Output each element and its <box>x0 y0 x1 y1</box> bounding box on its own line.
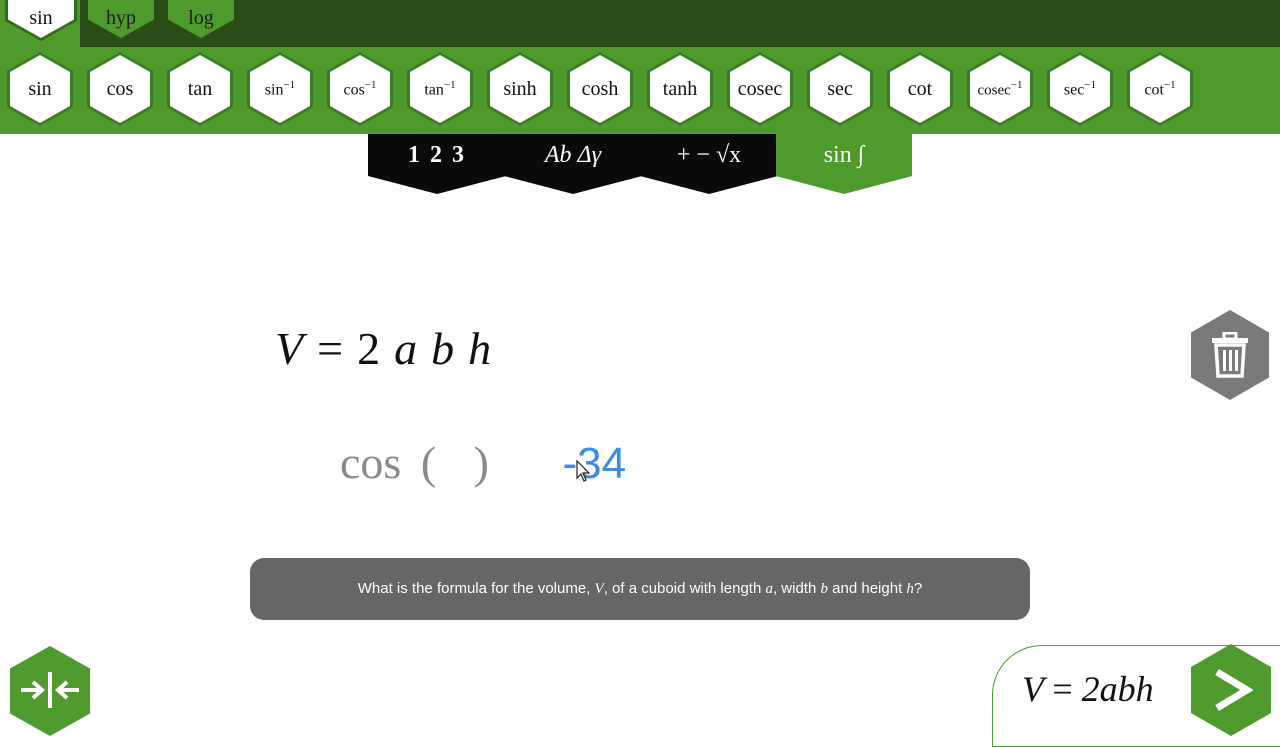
tab-label: hyp <box>106 6 136 29</box>
equation-var-b[interactable]: b <box>431 323 454 374</box>
fn-label: tanh <box>662 77 698 100</box>
fn-label: cosh <box>581 77 619 100</box>
fn-label: sec <box>1063 81 1085 99</box>
mode-label: sin ∫ <box>823 142 865 168</box>
mode-tab-functions[interactable]: sin ∫ <box>776 134 912 194</box>
question-var: h <box>906 581 914 597</box>
answer-rhs: 2abh <box>1081 669 1154 709</box>
question-banner: What is the formula for the volume, V, o… <box>250 558 1030 620</box>
fn-label: sin <box>264 81 284 99</box>
mode-tab-letters[interactable]: Ab Δγ <box>504 134 642 194</box>
fn-label: cot <box>1144 81 1164 99</box>
mode-label: Ab Δγ <box>544 142 602 168</box>
question-part: , width <box>772 580 821 597</box>
question-part: , of a cuboid with length <box>603 580 766 597</box>
tab-label: log <box>188 6 214 29</box>
fn-sup: −1 <box>283 78 296 91</box>
equation-var-a[interactable]: a <box>394 323 417 374</box>
fn-label: cos <box>106 77 134 100</box>
fn-sup: −1 <box>443 78 456 91</box>
fn-label: tan <box>424 81 444 99</box>
question-part: ? <box>913 580 923 597</box>
tab-label: sin <box>29 6 53 29</box>
fn-label: cot <box>907 77 933 100</box>
mode-label: 1 2 3 <box>408 142 466 168</box>
answer-equals: = <box>1052 669 1073 709</box>
equation-canvas[interactable]: V = 2 a b h <box>275 322 505 375</box>
question-var: a <box>765 581 773 597</box>
trash-button[interactable] <box>1191 310 1269 400</box>
number-piece[interactable]: -34 <box>562 439 626 488</box>
close-paren-piece[interactable]: ) <box>474 437 489 488</box>
fn-label: sin <box>28 77 52 100</box>
equation-var-h[interactable]: h <box>468 323 491 374</box>
equation-equals: = <box>317 323 344 374</box>
question-text: What is the formula for the volume, V, o… <box>358 580 923 598</box>
equation-coefficient[interactable]: 2 <box>357 323 380 374</box>
fn-sup: −1 <box>1163 78 1176 91</box>
fn-label: sec <box>827 77 853 100</box>
fn-sup: −1 <box>1010 78 1023 91</box>
fn-sup: −1 <box>364 78 377 91</box>
trash-icon <box>1212 332 1248 378</box>
mode-tab-numbers[interactable]: 1 2 3 <box>368 134 506 194</box>
mode-label: + − √x <box>676 142 742 168</box>
collapse-button[interactable] <box>10 646 90 736</box>
question-part: What is the formula for the volume, <box>357 580 595 597</box>
fn-label: cosec <box>977 82 1011 99</box>
mode-tab-operators[interactable]: + − √x <box>640 134 778 194</box>
answer-formula: V = 2abh <box>1022 668 1154 710</box>
tab-strip <box>80 0 1280 47</box>
chevron-right-icon <box>1215 668 1253 712</box>
mouse-cursor-icon <box>576 460 591 482</box>
fn-label: cosec <box>737 77 783 100</box>
fn-label: sinh <box>503 77 537 100</box>
fn-label: tan <box>187 77 213 100</box>
answer-lhs: V <box>1022 669 1044 709</box>
collapse-arrows-icon <box>21 672 79 708</box>
open-paren-piece[interactable]: ( <box>421 437 436 488</box>
fn-sup: −1 <box>1084 78 1097 91</box>
cos-function-piece[interactable]: cos <box>340 437 401 488</box>
equation-lhs[interactable]: V <box>275 323 303 374</box>
question-part: and height <box>828 580 907 597</box>
question-var: b <box>820 581 829 597</box>
fn-label: cos <box>343 81 365 99</box>
question-var: V <box>594 581 604 597</box>
